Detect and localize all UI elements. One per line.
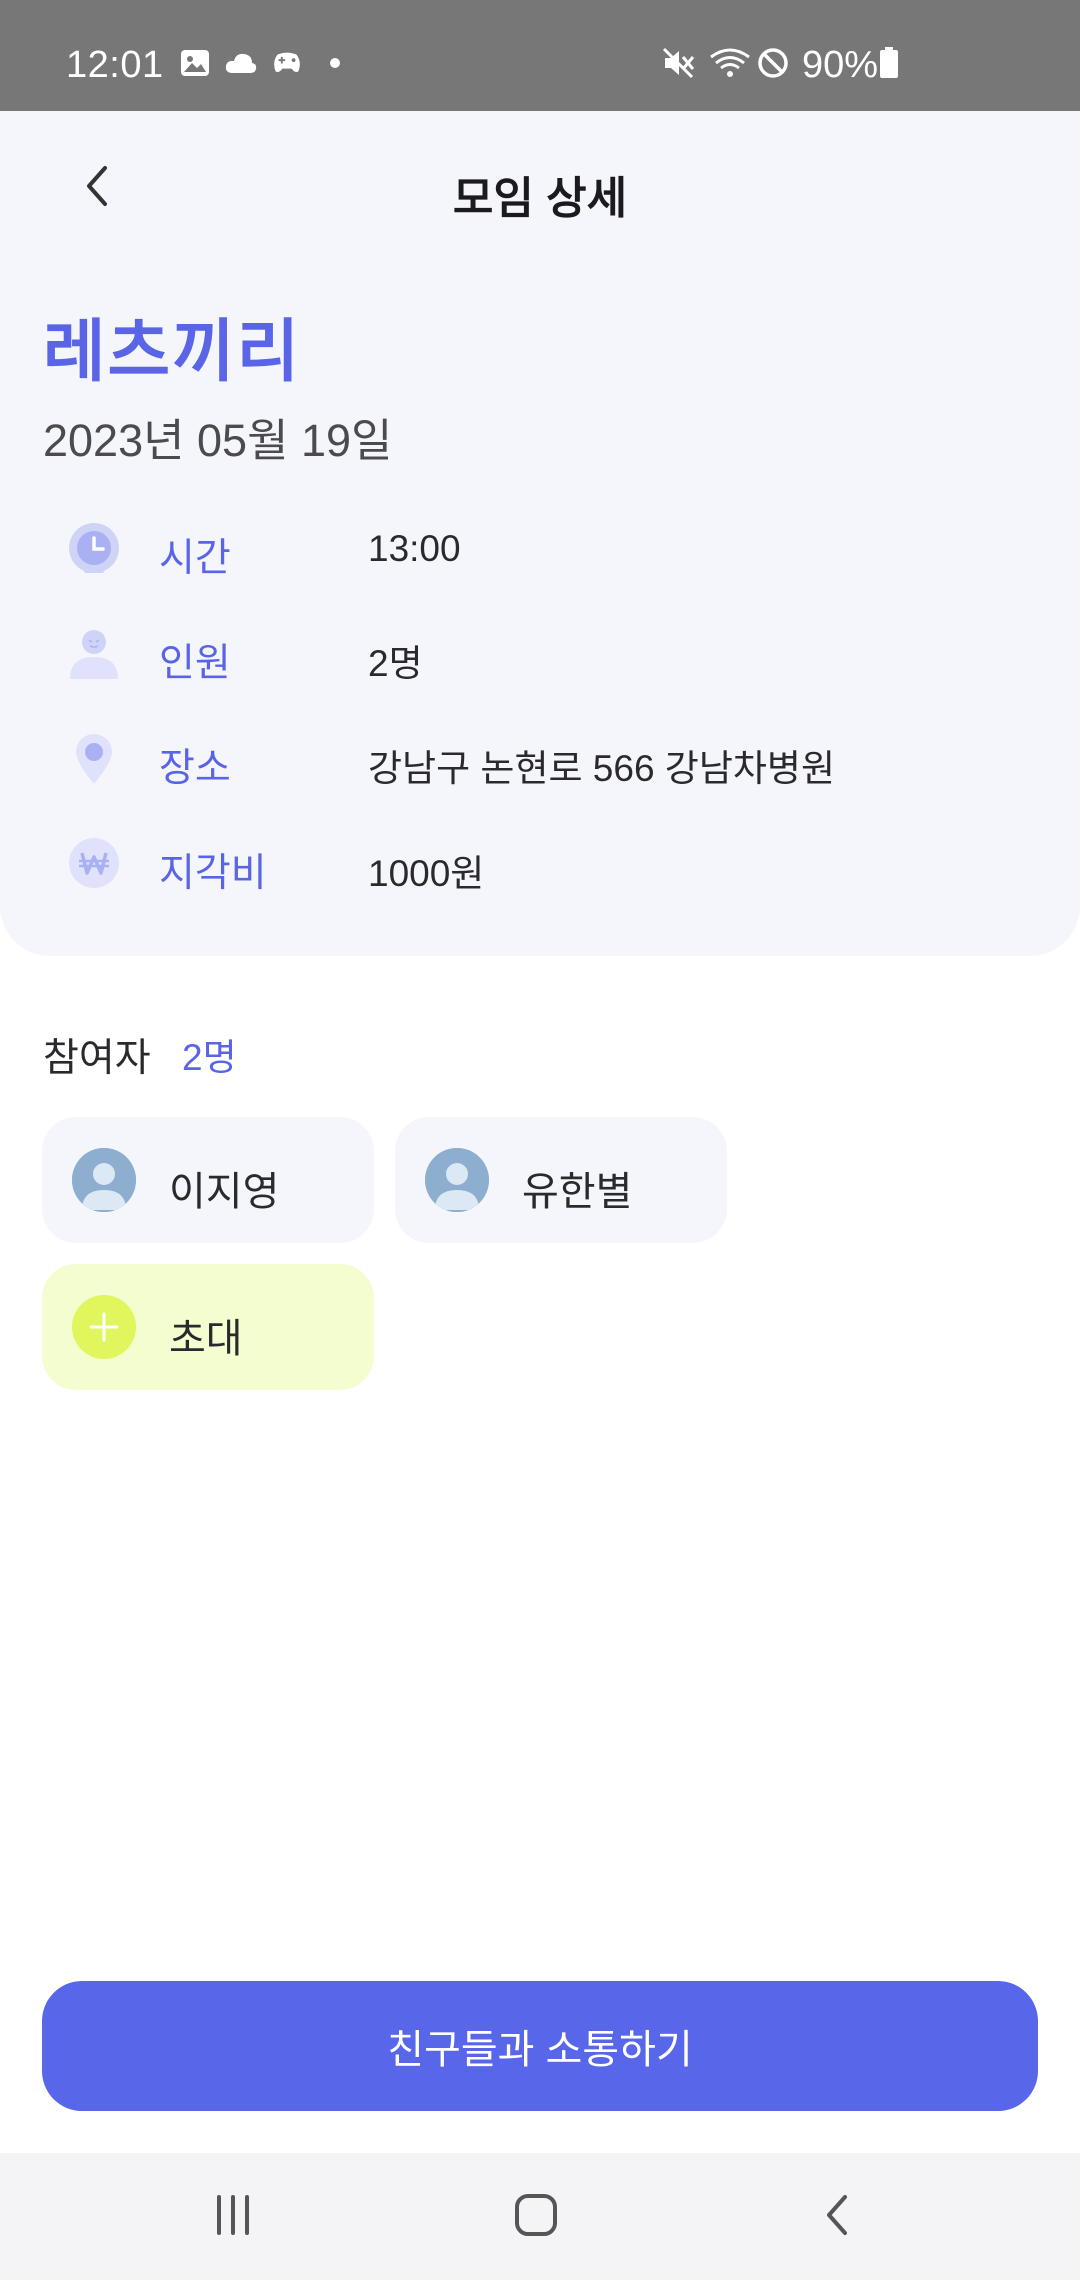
info-row-late-fee: 지각비 1000원 (0, 828, 1080, 898)
avatar (72, 1148, 136, 1212)
do-not-disturb-icon (756, 48, 790, 78)
status-time: 12:01 (66, 44, 164, 86)
info-row-time: 시간 13:00 (0, 513, 1080, 583)
info-value-time: 13:00 (368, 528, 461, 569)
home-button[interactable] (501, 2185, 571, 2245)
info-label-late-fee: 지각비 (159, 852, 267, 895)
info-label-place: 장소 (159, 747, 231, 790)
clock-icon (66, 520, 122, 576)
info-label-time: 시간 (159, 537, 231, 580)
avatar (425, 1148, 489, 1212)
mute-icon (662, 47, 696, 79)
invite-button[interactable]: 초대 (42, 1264, 374, 1390)
cloud-icon (224, 48, 258, 78)
participant-name: 이지영 (169, 1170, 280, 1214)
battery-percent: 90% (802, 44, 879, 86)
participant-name: 유한별 (522, 1170, 633, 1214)
won-coin-icon (66, 835, 122, 891)
plus-icon (72, 1295, 136, 1359)
system-nav-bar (0, 2153, 1080, 2280)
status-bar: 12:01 90% (0, 0, 1080, 111)
page-title: 모임 상세 (452, 174, 628, 223)
info-value-late-fee: 1000원 (368, 853, 485, 894)
recents-icon (217, 2195, 249, 2235)
person-icon (66, 625, 122, 681)
info-value-people: 2명 (368, 643, 423, 684)
participants-count: 2명 (182, 1037, 237, 1078)
game-controller-icon (270, 48, 304, 78)
participants-label: 참여자 (43, 1037, 151, 1080)
wifi-icon (708, 48, 752, 78)
participant-chip[interactable]: 유한별 (395, 1117, 727, 1243)
meeting-detail-card: 모임 상세 레츠끼리 2023년 05월 19일 시간 13:00 인원 2명 … (0, 111, 1080, 956)
info-row-place: 장소 강남구 논현로 566 강남차병원 (0, 723, 1080, 793)
info-row-people: 인원 2명 (0, 618, 1080, 688)
info-label-people: 인원 (159, 642, 231, 685)
battery-icon (878, 47, 900, 78)
home-icon (515, 2194, 557, 2236)
meeting-date: 2023년 05월 19일 (43, 415, 393, 466)
info-value-place: 강남구 논현로 566 강남차병원 (368, 748, 836, 789)
recents-button[interactable] (198, 2185, 268, 2245)
back-icon (827, 2195, 847, 2235)
meeting-name: 레츠끼리 (43, 314, 302, 390)
dot-icon (318, 48, 352, 78)
chat-with-friends-button[interactable]: 친구들과 소통하기 (42, 1981, 1038, 2111)
gallery-icon (178, 48, 212, 78)
invite-label: 초대 (169, 1317, 243, 1361)
location-pin-icon (66, 730, 122, 786)
nav-back-button[interactable] (803, 2185, 873, 2245)
participant-chip[interactable]: 이지영 (42, 1117, 374, 1243)
